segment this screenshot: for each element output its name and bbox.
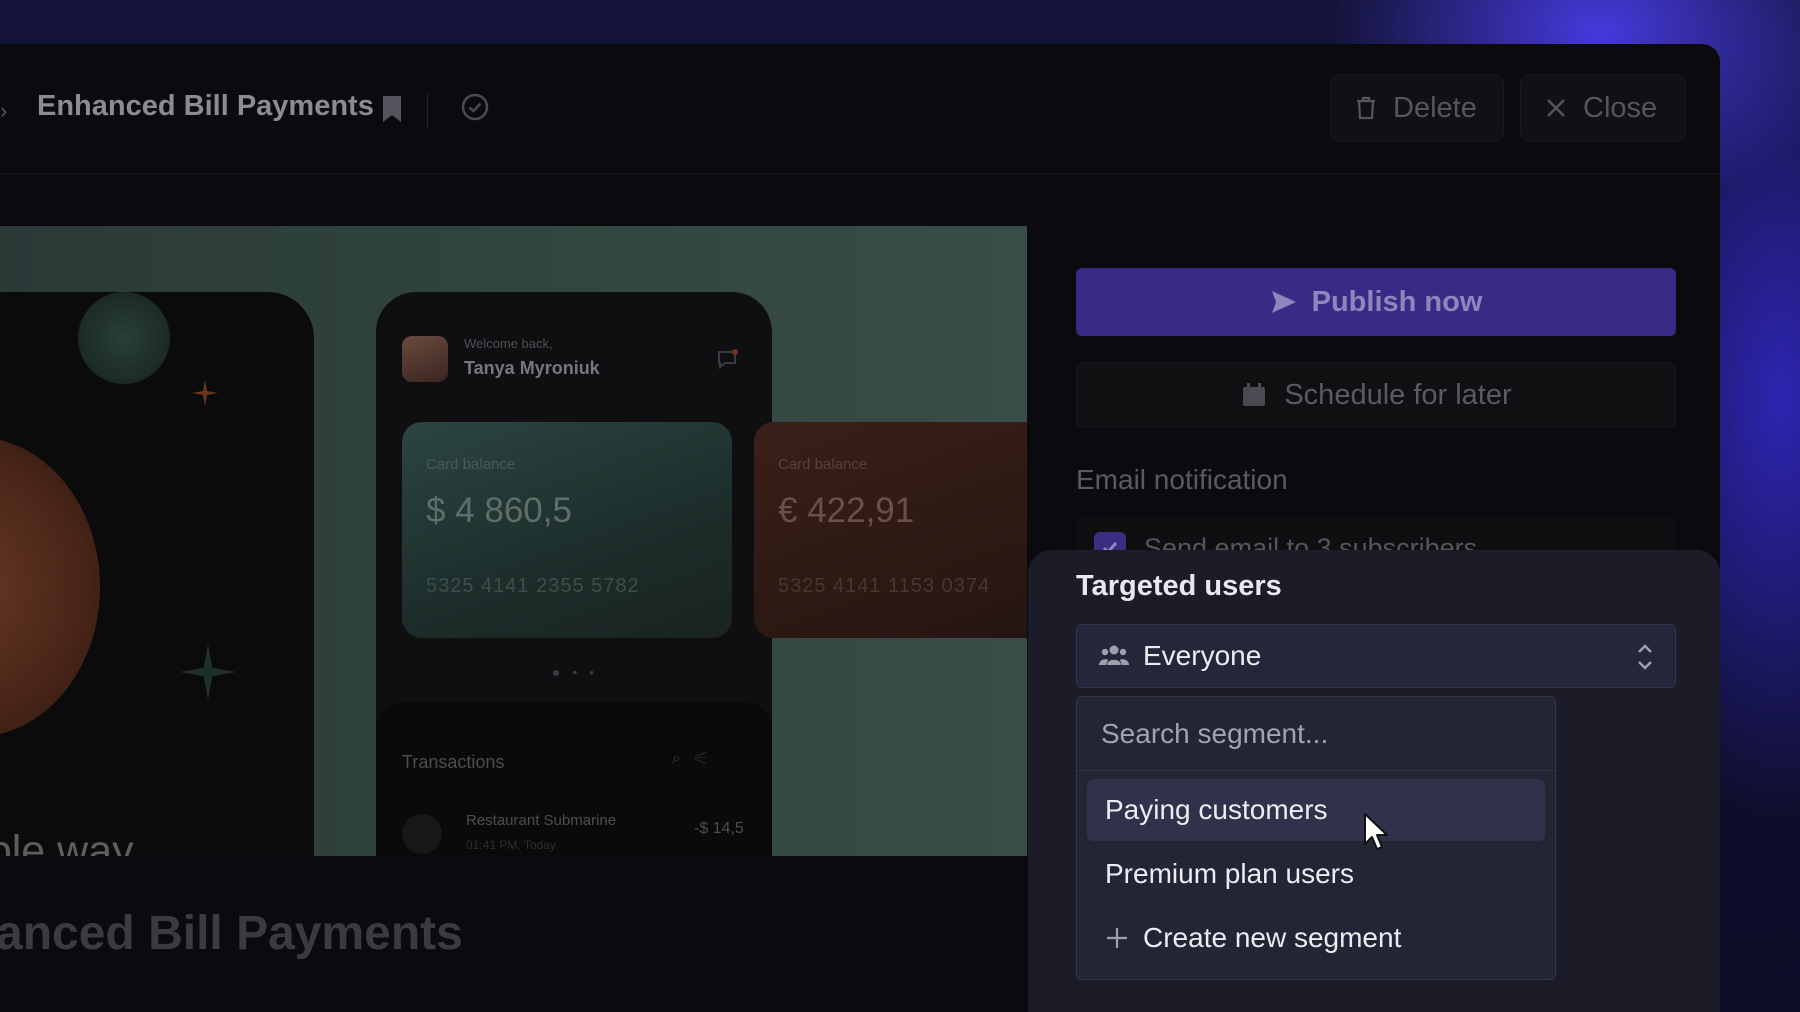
- transaction-name: Restaurant Submarine: [466, 812, 617, 829]
- trash-icon: [1357, 96, 1375, 120]
- phone-headline: mple way o help control: [0, 822, 252, 856]
- pager-dots: ● • •: [552, 664, 599, 680]
- phone-mockup-left: mple way o help control: [0, 292, 314, 856]
- top-bar: › Enhanced Bill Payments Delete Close: [0, 44, 1720, 174]
- divider: [427, 94, 428, 128]
- page-title: Enhanced Bill Payments: [37, 90, 374, 122]
- bookmark-icon[interactable]: [380, 94, 404, 124]
- close-icon: [1547, 99, 1565, 117]
- transaction-amount: -$ 14,5: [694, 820, 744, 837]
- welcome-text: Welcome back,: [464, 336, 553, 351]
- card-label: Card balance: [778, 456, 868, 473]
- check-circle-icon[interactable]: [460, 92, 490, 122]
- search-filter-icon: ⌕ ⚟: [672, 750, 708, 767]
- segment-search-input[interactable]: [1077, 697, 1555, 771]
- card-number: 5325 4141 2355 5782: [426, 575, 640, 597]
- segment-option-label: Paying customers: [1105, 794, 1328, 825]
- document-title: anced Bill Payments: [0, 907, 463, 960]
- email-section-label: Email notification: [1076, 464, 1288, 495]
- chat-icon: [718, 349, 738, 370]
- star-graphic: [0, 487, 70, 647]
- restaurant-icon: [402, 814, 442, 854]
- delete-label: Delete: [1393, 91, 1477, 124]
- publish-label: Publish now: [1311, 285, 1483, 318]
- plus-icon: [1107, 928, 1127, 948]
- create-segment-label: Create new segment: [1143, 922, 1402, 953]
- phone-mockup-main: Welcome back, Tanya Myroniuk Card balanc…: [376, 292, 1027, 856]
- sparkle-icon: [180, 644, 236, 700]
- close-button[interactable]: Close: [1520, 74, 1686, 142]
- cover-image-preview: mple way o help control Welcome back, Ta…: [0, 226, 1027, 856]
- sparkle-icon: [192, 380, 218, 406]
- teal-orb: [78, 292, 170, 384]
- breadcrumb-chevron-icon[interactable]: ›: [0, 98, 7, 124]
- users-icon: [1099, 645, 1129, 665]
- create-segment-option[interactable]: Create new segment: [1087, 907, 1545, 969]
- avatar: [402, 336, 448, 382]
- close-label: Close: [1583, 91, 1658, 124]
- mouse-cursor-icon: [1364, 813, 1388, 850]
- segment-option[interactable]: Paying customers: [1087, 779, 1545, 841]
- send-icon: [1271, 291, 1296, 313]
- schedule-label: Schedule for later: [1284, 378, 1512, 411]
- card-label: Card balance: [426, 456, 516, 473]
- transaction-time: 01:41 PM, Today: [466, 838, 556, 852]
- delete-button[interactable]: Delete: [1330, 74, 1504, 142]
- chevron-updown-icon: [1638, 644, 1652, 670]
- calendar-icon: [1243, 383, 1266, 406]
- targeting-label: Targeted users: [1076, 570, 1282, 602]
- card-number: 5325 4141 1153 0374: [778, 575, 991, 597]
- segment-option[interactable]: Premium plan users: [1087, 843, 1545, 905]
- transactions-panel: Transactions ⌕ ⚟ Restaurant Submarine 01…: [376, 702, 772, 856]
- card-amount: € 422,91: [778, 491, 915, 530]
- transactions-title: Transactions: [402, 752, 505, 772]
- segment-option-label: Premium plan users: [1105, 858, 1354, 889]
- user-name: Tanya Myroniuk: [464, 358, 600, 378]
- targeting-panel: Targeted users Everyone Paying customers…: [1028, 550, 1720, 1012]
- selected-audience: Everyone: [1143, 640, 1262, 671]
- schedule-button[interactable]: Schedule for later: [1076, 362, 1676, 428]
- segment-dropdown: Paying customers Premium plan users Crea…: [1076, 696, 1556, 980]
- balance-card: Card balance € 422,91 5325 4141 1153 037…: [754, 422, 1027, 638]
- phone-headline-text: mple way o help control: [0, 827, 134, 856]
- audience-select[interactable]: Everyone: [1076, 624, 1676, 688]
- card-amount: $ 4 860,5: [426, 491, 572, 530]
- publish-button[interactable]: Publish now: [1076, 268, 1676, 336]
- balance-card: Card balance $ 4 860,5 5325 4141 2355 57…: [402, 422, 732, 638]
